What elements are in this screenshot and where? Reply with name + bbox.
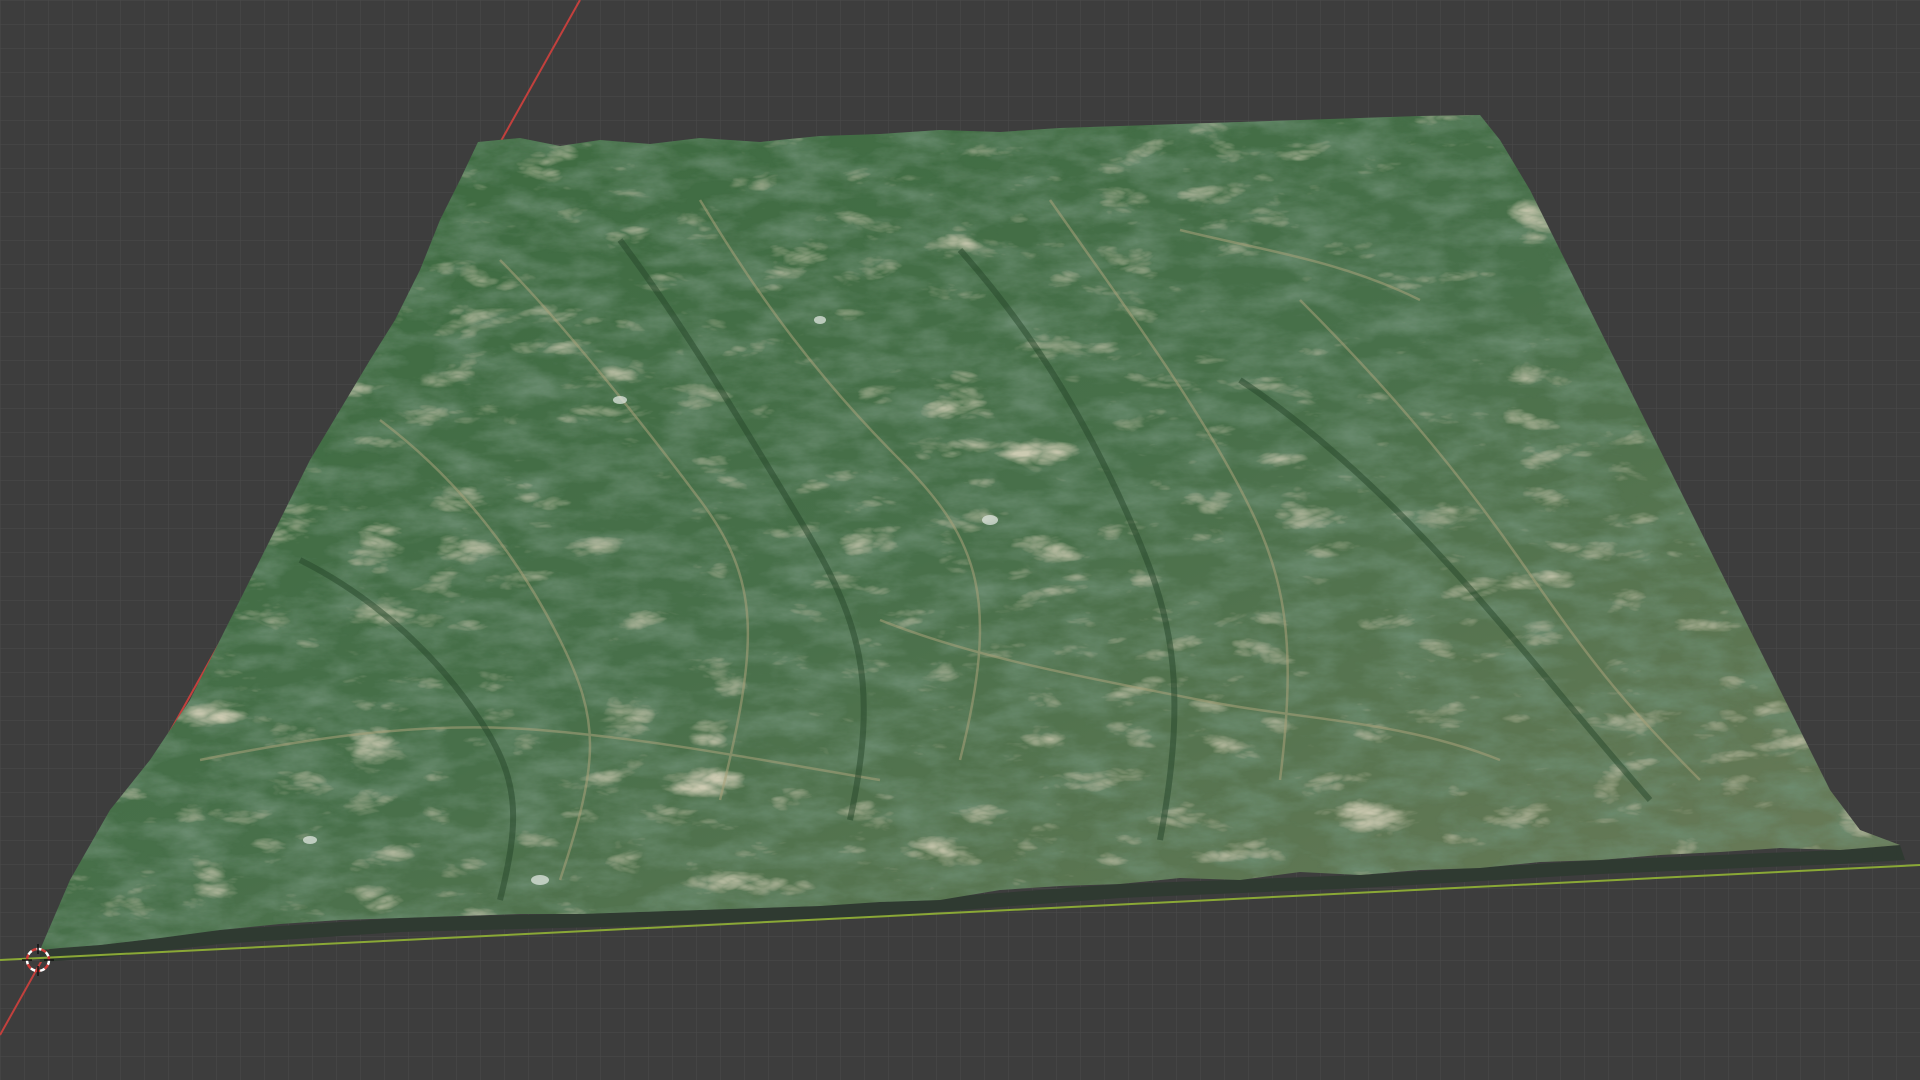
3d-viewport[interactable] — [0, 0, 1920, 1080]
